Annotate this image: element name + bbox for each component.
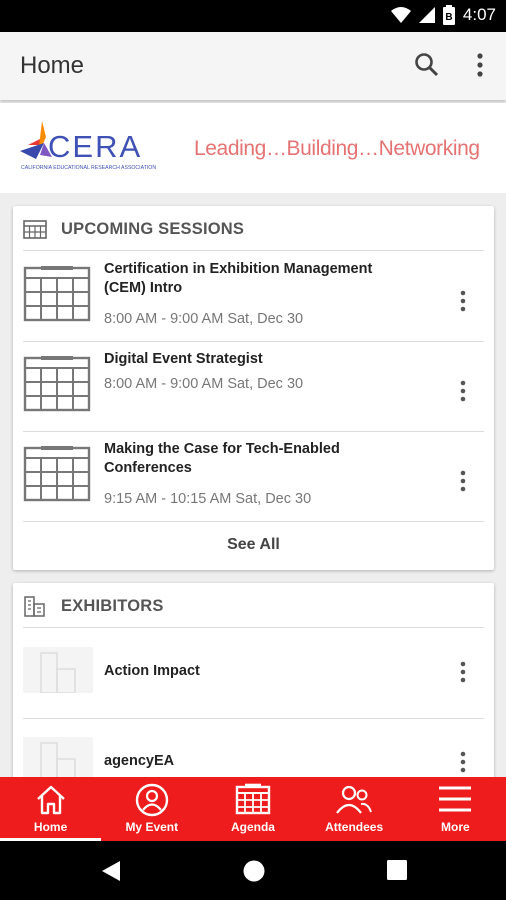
nav-label: Agenda (230, 820, 275, 834)
people-icon (336, 785, 373, 814)
nav-more[interactable]: More (405, 777, 506, 841)
svg-text:CALIFORNIA EDUCATIONAL RESEARC: CALIFORNIA EDUCATIONAL RESEARCH ASSOCIAT… (21, 165, 156, 171)
session-time: 9:15 AM - 10:15 AM Sat, Dec 30 (104, 491, 312, 507)
nav-attendees[interactable]: Attendees (304, 777, 405, 841)
exhibitor-name: Action Impact (104, 663, 200, 679)
more-options-icon[interactable] (456, 290, 470, 312)
session-row[interactable]: Certification in Exhibition Management (… (13, 252, 494, 342)
nav-label: Home (33, 820, 68, 834)
upcoming-sessions-card: UPCOMING SESSIONS Certification in Exhib… (13, 206, 494, 570)
more-options-icon[interactable] (456, 470, 470, 492)
app-bar: Home (0, 32, 506, 100)
more-options-icon[interactable] (456, 751, 470, 773)
calendar-icon (23, 266, 91, 322)
sessions-header: UPCOMING SESSIONS (23, 206, 484, 251)
nav-agenda[interactable]: Agenda (202, 777, 303, 841)
more-options-icon[interactable] (456, 380, 470, 402)
session-row[interactable]: Digital Event Strategist 8:00 AM - 9:00 … (13, 342, 494, 432)
more-options-icon[interactable] (456, 661, 470, 683)
search-icon[interactable] (414, 52, 440, 78)
event-banner: CERA CALIFORNIA EDUCATIONAL RESEARCH ASS… (0, 103, 506, 193)
exhibitor-name: agencyEA (104, 753, 175, 769)
person-icon (135, 783, 168, 817)
menu-icon (439, 786, 472, 812)
calendar-icon (23, 356, 91, 412)
wifi-icon (390, 7, 411, 23)
session-title: Making the Case for Tech-Enabled Confere… (104, 441, 340, 476)
nav-my-event[interactable]: My Event (101, 777, 202, 841)
session-row[interactable]: Making the Case for Tech-Enabled Confere… (13, 432, 494, 522)
exhibitor-logo-placeholder (23, 647, 93, 694)
session-time: 8:00 AM - 9:00 AM Sat, Dec 30 (104, 376, 304, 392)
exhibitor-row[interactable]: agencyEA (13, 719, 494, 783)
home-button-icon[interactable] (242, 859, 266, 883)
calendar-icon (23, 446, 91, 502)
recents-icon[interactable] (386, 859, 408, 881)
svg-text:B: B (445, 12, 452, 23)
cera-logo: CERA CALIFORNIA EDUCATIONAL RESEARCH ASS… (20, 121, 156, 171)
back-icon[interactable] (100, 859, 122, 883)
nav-label: Attendees (325, 820, 384, 834)
exhibitor-row[interactable]: Action Impact (13, 629, 494, 719)
nav-home[interactable]: Home (0, 777, 102, 841)
exhibitors-title: EXHIBITORS (61, 597, 164, 615)
session-title: Digital Event Strategist (104, 351, 263, 367)
status-bar: B 4:07 (0, 0, 506, 32)
system-navigation-bar (0, 841, 506, 900)
session-time: 8:00 AM - 9:00 AM Sat, Dec 30 (104, 311, 304, 327)
building-icon (40, 652, 76, 694)
banner-tagline: Leading…Building…Networking (194, 137, 480, 160)
see-all-button[interactable]: See All (13, 521, 494, 569)
calendar-icon (235, 783, 271, 815)
signal-icon (418, 7, 435, 23)
exhibitors-card: EXHIBITORS Action Impact agencyEA (13, 583, 494, 783)
exhibitors-header: EXHIBITORS (23, 583, 484, 628)
home-icon (36, 785, 65, 815)
bottom-navigation: Home My Event Agenda Attendees More (0, 777, 506, 841)
battery-icon: B (442, 5, 455, 25)
sessions-title: UPCOMING SESSIONS (61, 220, 245, 238)
overflow-menu-icon[interactable] (468, 52, 492, 78)
building-icon (24, 596, 45, 617)
svg-text:CERA: CERA (48, 129, 142, 164)
session-title: Certification in Exhibition Management (… (104, 261, 373, 296)
page-title: Home (20, 52, 85, 79)
clock: 4:07 (462, 5, 496, 24)
calendar-icon (23, 220, 47, 239)
nav-label: More (441, 820, 470, 834)
nav-label: My Event (125, 820, 179, 834)
